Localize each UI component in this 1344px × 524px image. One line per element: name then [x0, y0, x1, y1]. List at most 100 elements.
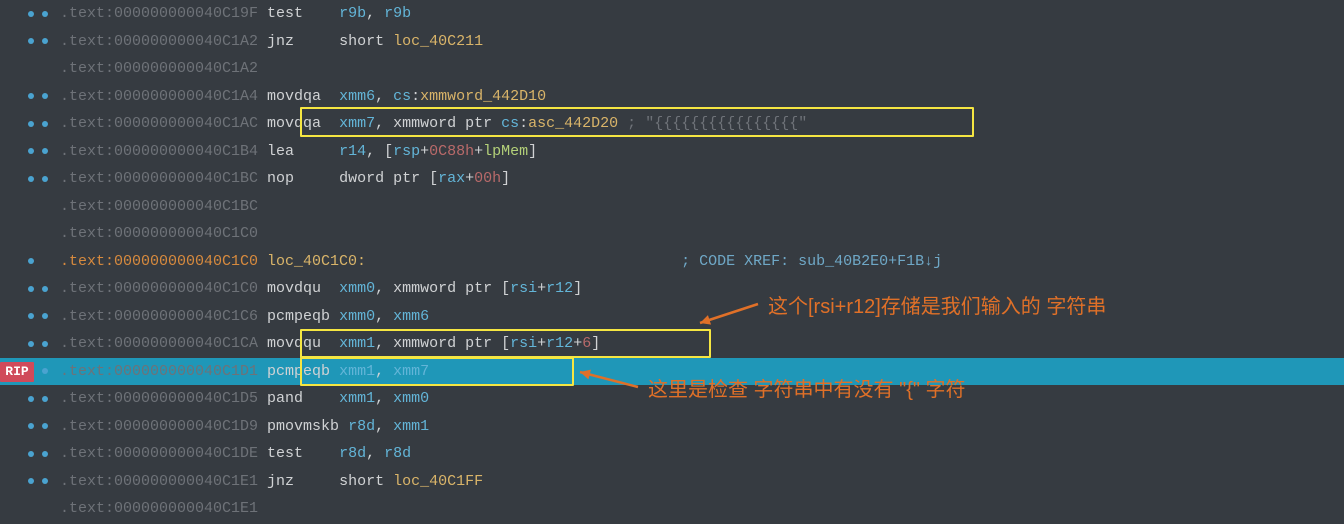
- register[interactable]: xmm6: [339, 88, 375, 105]
- register[interactable]: r8d: [384, 445, 411, 462]
- disasm-row[interactable]: .text:000000000040C1AC movdqa xmm7, xmmw…: [0, 110, 1344, 138]
- breakpoint-dot-icon[interactable]: [28, 176, 34, 182]
- disasm-row[interactable]: .text:000000000040C1A2 jnz short loc_40C…: [0, 28, 1344, 56]
- register[interactable]: r8d: [348, 418, 375, 435]
- disasm-row[interactable]: .text:000000000040C1BC nop dword ptr [ra…: [0, 165, 1344, 193]
- breakpoint-dot-icon[interactable]: [28, 396, 34, 402]
- breakpoint-dot-icon[interactable]: [42, 396, 48, 402]
- disasm-row[interactable]: .text:000000000040C1DE test r8d, r8d: [0, 440, 1344, 468]
- disasm-row[interactable]: .text:000000000040C1CA movdqu xmm1, xmmw…: [0, 330, 1344, 358]
- register[interactable]: r12: [546, 335, 573, 352]
- mnemonic: nop: [267, 170, 339, 187]
- gutter-dots: [0, 165, 60, 193]
- disasm-row[interactable]: .text:000000000040C1A2: [0, 55, 1344, 83]
- breakpoint-dot-icon[interactable]: [42, 38, 48, 44]
- register[interactable]: r9b: [384, 5, 411, 22]
- mnemonic: movdqu: [267, 335, 339, 352]
- register[interactable]: xmm1: [339, 335, 375, 352]
- disasm-row[interactable]: .text:000000000040C1C0 loc_40C1C0: ; COD…: [0, 248, 1344, 276]
- symbol[interactable]: asc_442D20: [528, 115, 618, 132]
- breakpoint-dot-icon[interactable]: [28, 11, 34, 17]
- token: xmmword ptr: [393, 335, 501, 352]
- breakpoint-dot-icon[interactable]: [42, 176, 48, 182]
- breakpoint-dot-icon[interactable]: [28, 258, 34, 264]
- disasm-row[interactable]: .text:000000000040C1E1 jnz short loc_40C…: [0, 468, 1344, 496]
- disasm-row[interactable]: RIP.text:000000000040C1D1 pcmpeqb xmm1, …: [0, 358, 1344, 386]
- symbol[interactable]: loc_40C1FF: [393, 473, 483, 490]
- address: 000000000040C1AC: [114, 115, 267, 132]
- breakpoint-dot-icon[interactable]: [28, 121, 34, 127]
- xref-comment[interactable]: ; CODE XREF: sub_40B2E0+F1B↓j: [681, 253, 942, 270]
- breakpoint-dot-icon[interactable]: [42, 341, 48, 347]
- disasm-row[interactable]: .text:000000000040C1B4 lea r14, [rsp+0C8…: [0, 138, 1344, 166]
- register[interactable]: rsi: [510, 335, 537, 352]
- segment-prefix: .text:: [60, 445, 114, 462]
- register[interactable]: r12: [546, 280, 573, 297]
- register[interactable]: xmm0: [393, 390, 429, 407]
- token: , [: [366, 143, 393, 160]
- code-label[interactable]: loc_40C1C0:: [267, 253, 366, 270]
- symbol[interactable]: xmmword_442D10: [420, 88, 546, 105]
- breakpoint-dot-icon[interactable]: [42, 451, 48, 457]
- register[interactable]: r8d: [339, 445, 366, 462]
- disasm-line-content: .text:000000000040C1C6 pcmpeqb xmm0, xmm…: [60, 303, 1344, 331]
- mnemonic: pmovmskb: [267, 418, 348, 435]
- breakpoint-dot-icon[interactable]: [42, 11, 48, 17]
- register[interactable]: r14: [339, 143, 366, 160]
- disasm-row[interactable]: .text:000000000040C19F test r9b, r9b: [0, 0, 1344, 28]
- disasm-line-content: .text:000000000040C1E1 jnz short loc_40C…: [60, 468, 1344, 496]
- register[interactable]: xmm7: [393, 363, 429, 380]
- address: 000000000040C1E1: [114, 500, 267, 517]
- breakpoint-dot-icon[interactable]: [28, 341, 34, 347]
- register[interactable]: xmm1: [339, 390, 375, 407]
- token: "{{{{{{{{{{{{{{{{": [645, 115, 807, 132]
- breakpoint-dot-icon[interactable]: [42, 313, 48, 319]
- symbol[interactable]: loc_40C211: [393, 33, 483, 50]
- disasm-row[interactable]: .text:000000000040C1BC: [0, 193, 1344, 221]
- breakpoint-dot-icon[interactable]: [42, 423, 48, 429]
- breakpoint-dot-icon[interactable]: [42, 148, 48, 154]
- address: 000000000040C1B4: [114, 143, 267, 160]
- breakpoint-dot-icon[interactable]: [28, 286, 34, 292]
- breakpoint-dot-icon[interactable]: [28, 38, 34, 44]
- code-lines[interactable]: .text:000000000040C19F test r9b, r9b.tex…: [0, 0, 1344, 523]
- disasm-row[interactable]: .text:000000000040C1D5 pand xmm1, xmm0: [0, 385, 1344, 413]
- address: 000000000040C1BC: [114, 198, 267, 215]
- breakpoint-dot-icon[interactable]: [28, 148, 34, 154]
- breakpoint-dot-icon[interactable]: [42, 478, 48, 484]
- register[interactable]: xmm7: [339, 115, 375, 132]
- breakpoint-dot-icon[interactable]: [42, 121, 48, 127]
- disasm-line-content: .text:000000000040C1D1 pcmpeqb xmm1, xmm…: [60, 358, 1344, 386]
- token: dword ptr: [339, 170, 429, 187]
- register[interactable]: xmm0: [339, 308, 375, 325]
- disasm-row[interactable]: .text:000000000040C1C0: [0, 220, 1344, 248]
- register[interactable]: cs: [393, 88, 411, 105]
- disasm-row[interactable]: .text:000000000040C1E1: [0, 495, 1344, 523]
- breakpoint-dot-icon[interactable]: [42, 93, 48, 99]
- breakpoint-dot-icon[interactable]: [28, 423, 34, 429]
- number: 6: [582, 335, 591, 352]
- disasm-row[interactable]: .text:000000000040C1D9 pmovmskb r8d, xmm…: [0, 413, 1344, 441]
- breakpoint-dot-icon[interactable]: [42, 286, 48, 292]
- register[interactable]: xmm1: [339, 363, 375, 380]
- token: short: [339, 473, 393, 490]
- breakpoint-dot-icon[interactable]: [28, 478, 34, 484]
- breakpoint-dot-icon[interactable]: [28, 313, 34, 319]
- breakpoint-dot-icon[interactable]: [28, 451, 34, 457]
- register[interactable]: rax: [438, 170, 465, 187]
- register[interactable]: cs: [501, 115, 519, 132]
- disasm-row[interactable]: .text:000000000040C1A4 movdqa xmm6, cs:x…: [0, 83, 1344, 111]
- register[interactable]: r9b: [339, 5, 366, 22]
- disasm-row[interactable]: .text:000000000040C1C6 pcmpeqb xmm0, xmm…: [0, 303, 1344, 331]
- register[interactable]: xmm6: [393, 308, 429, 325]
- address: 000000000040C1D5: [114, 390, 267, 407]
- register[interactable]: xmm1: [393, 418, 429, 435]
- breakpoint-dot-icon[interactable]: [42, 368, 48, 374]
- disasm-row[interactable]: .text:000000000040C1C0 movdqu xmm0, xmmw…: [0, 275, 1344, 303]
- register[interactable]: rsi: [510, 280, 537, 297]
- register[interactable]: rsp: [393, 143, 420, 160]
- register[interactable]: xmm0: [339, 280, 375, 297]
- breakpoint-dot-icon[interactable]: [28, 93, 34, 99]
- gutter-dots: [0, 275, 60, 303]
- address: 000000000040C1A2: [114, 33, 267, 50]
